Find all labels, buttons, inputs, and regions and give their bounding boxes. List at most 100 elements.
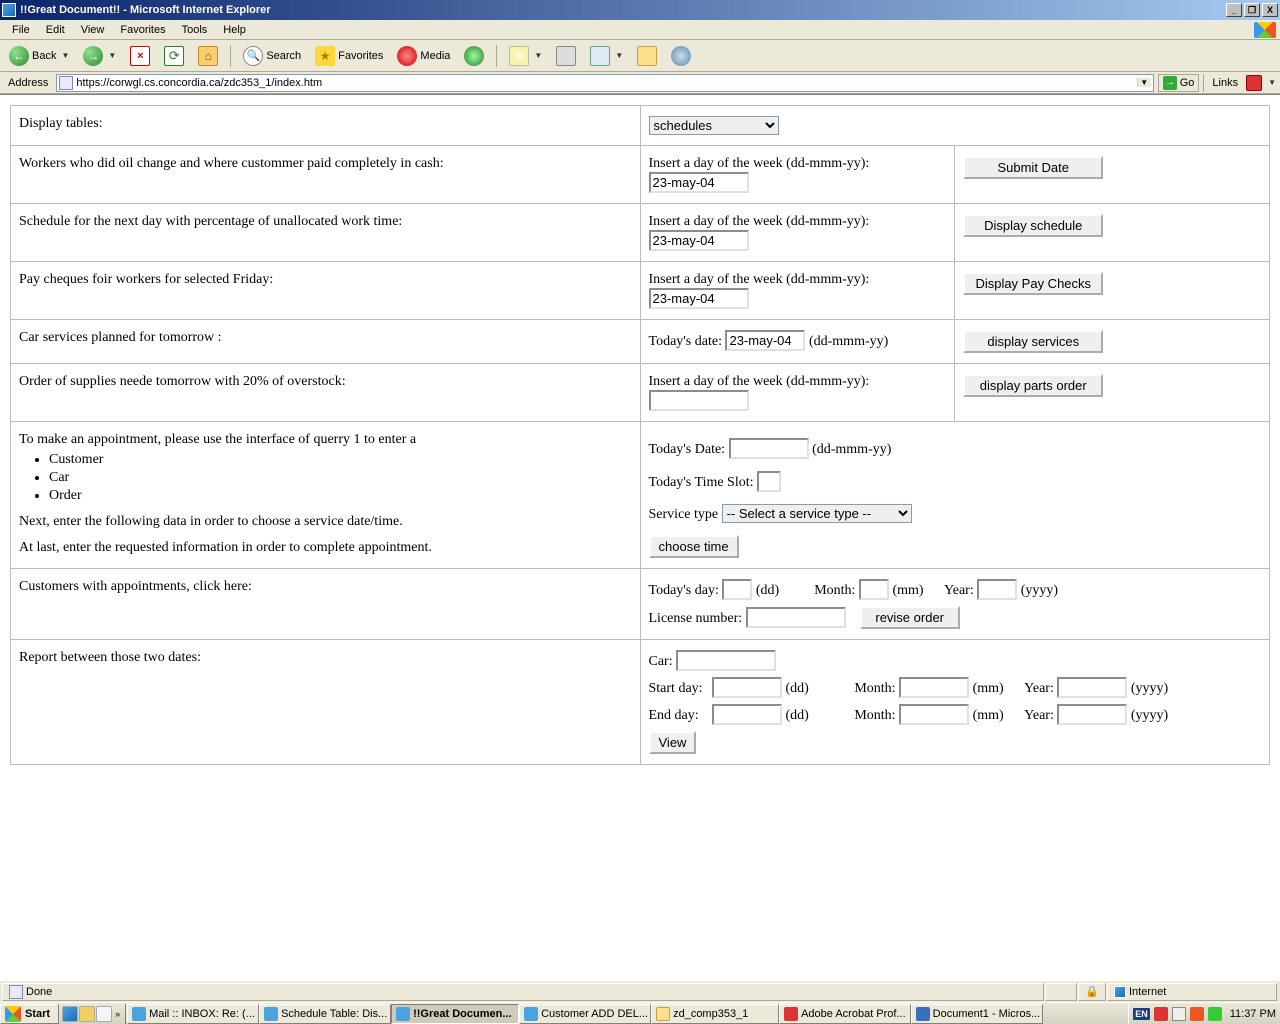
refresh-button[interactable]: ⟳ (159, 43, 189, 69)
print-icon (556, 46, 576, 66)
links-label[interactable]: Links (1208, 77, 1242, 89)
messenger-icon (671, 46, 691, 66)
tray-icon[interactable] (1208, 1007, 1222, 1021)
stop-button[interactable]: × (125, 43, 155, 69)
menu-bar: File Edit View Favorites Tools Help (0, 20, 1280, 40)
task-schedule[interactable]: Schedule Table: Dis... (259, 1004, 391, 1024)
task-mail[interactable]: Mail :: INBOX: Re: (... (127, 1004, 259, 1024)
row-appointment: To make an appointment, please use the i… (11, 422, 1270, 569)
input-date-schedule[interactable] (649, 230, 749, 251)
task-label: zd_comp353_1 (673, 1008, 748, 1020)
search-button[interactable]: 🔍Search (238, 43, 306, 69)
select-tables[interactable]: schedules (649, 116, 779, 135)
menu-favorites[interactable]: Favorites (112, 22, 173, 38)
label-car-services: Car services planned for tomorrow : (19, 330, 222, 345)
input-month[interactable] (859, 579, 889, 600)
print-button[interactable] (551, 43, 581, 69)
page-scroll[interactable]: Display tables: schedules Workers who di… (0, 95, 1280, 980)
separator (1203, 74, 1204, 92)
input-time-slot[interactable] (757, 471, 781, 492)
chevron-down-icon[interactable]: ▼ (1268, 78, 1276, 87)
revise-order-button[interactable]: revise order (860, 606, 960, 629)
menu-help[interactable]: Help (215, 22, 254, 38)
input-start-day[interactable] (712, 677, 782, 698)
clock[interactable]: 11:37 PM (1226, 1008, 1276, 1020)
status-empty (1045, 983, 1077, 1001)
favorites-button[interactable]: ★Favorites (310, 43, 388, 69)
input-date-supplies[interactable] (649, 390, 749, 411)
task-folder[interactable]: zd_comp353_1 (651, 1004, 779, 1024)
view-button[interactable]: View (649, 731, 697, 754)
input-start-month[interactable] (899, 677, 969, 698)
ie-icon (2, 3, 16, 17)
restore-button[interactable]: ❐ (1244, 3, 1260, 17)
forward-button[interactable]: →▼ (78, 43, 121, 69)
discuss-button[interactable] (632, 43, 662, 69)
desktop-icon[interactable] (96, 1006, 112, 1022)
input-day[interactable] (722, 579, 752, 600)
media-button[interactable]: Media (392, 43, 455, 69)
input-date-services[interactable] (725, 330, 805, 351)
choose-time-button[interactable]: choose time (649, 535, 739, 558)
folder-icon (637, 46, 657, 66)
main-form-table: Display tables: schedules Workers who di… (10, 105, 1270, 765)
input-date-workers[interactable] (649, 172, 749, 193)
back-button[interactable]: ←Back▼ (4, 43, 74, 69)
ql-overflow[interactable]: » (113, 1009, 122, 1019)
status-pane: Done (2, 983, 1044, 1001)
address-input[interactable]: https://corwgl.cs.concordia.ca/zdc353_1/… (56, 74, 1153, 92)
task-great-document[interactable]: !!Great Documen... (391, 1004, 519, 1024)
chevron-down-icon[interactable]: ▼ (615, 51, 623, 60)
appt-intro: To make an appointment, please use the i… (19, 432, 632, 448)
go-button[interactable]: →Go (1158, 74, 1200, 92)
messenger-button[interactable] (666, 43, 696, 69)
menu-file[interactable]: File (4, 22, 38, 38)
task-acrobat[interactable]: Adobe Acrobat Prof... (779, 1004, 911, 1024)
display-parts-button[interactable]: display parts order (963, 374, 1103, 397)
menu-tools[interactable]: Tools (174, 22, 216, 38)
mail-button[interactable]: ✉▼ (504, 43, 547, 69)
url-text[interactable]: https://corwgl.cs.concordia.ca/zdc353_1/… (76, 77, 1136, 89)
minimize-button[interactable]: _ (1226, 3, 1242, 17)
input-year[interactable] (977, 579, 1017, 600)
close-button[interactable]: X (1262, 3, 1278, 17)
home-button[interactable]: ⌂ (193, 43, 223, 69)
chevron-down-icon[interactable]: ▼ (534, 51, 542, 60)
display-services-button[interactable]: display services (963, 330, 1103, 353)
history-button[interactable] (459, 43, 489, 69)
input-start-year[interactable] (1057, 677, 1127, 698)
tray-icon[interactable] (1172, 1007, 1186, 1021)
menu-view[interactable]: View (73, 22, 113, 38)
input-car[interactable] (676, 650, 776, 671)
input-date-paychecks[interactable] (649, 288, 749, 309)
start-button[interactable]: Start (0, 1004, 59, 1024)
chevron-down-icon[interactable]: ▼ (108, 51, 116, 60)
input-end-month[interactable] (899, 704, 969, 725)
row-report: Report between those two dates: Car: Sta… (11, 640, 1270, 765)
submit-date-button[interactable]: Submit Date (963, 156, 1103, 179)
outlook-icon[interactable] (79, 1006, 95, 1022)
language-indicator[interactable]: EN (1133, 1008, 1150, 1020)
input-end-year[interactable] (1057, 704, 1127, 725)
task-label: Adobe Acrobat Prof... (801, 1008, 906, 1020)
tray-icon[interactable] (1190, 1007, 1204, 1021)
select-service-type[interactable]: -- Select a service type -- (722, 504, 912, 523)
ie-icon[interactable] (62, 1006, 78, 1022)
tray-icon[interactable] (1154, 1007, 1168, 1021)
menu-edit[interactable]: Edit (38, 22, 73, 38)
edit-button[interactable]: ▼ (585, 43, 628, 69)
display-schedule-button[interactable]: Display schedule (963, 214, 1103, 237)
input-today-date[interactable] (729, 438, 809, 459)
task-customer[interactable]: Customer ADD DEL... (519, 1004, 651, 1024)
input-license[interactable] (746, 607, 846, 628)
search-icon: 🔍 (243, 46, 263, 66)
chevron-down-icon[interactable]: ▼ (1137, 78, 1151, 87)
pdf-icon[interactable] (1246, 75, 1262, 91)
suffix-dd: (dd) (786, 708, 809, 723)
display-paychecks-button[interactable]: Display Pay Checks (963, 272, 1103, 295)
bullet-car: Car (49, 470, 632, 486)
chevron-down-icon[interactable]: ▼ (61, 51, 69, 60)
input-end-day[interactable] (712, 704, 782, 725)
task-word[interactable]: Document1 - Micros... (911, 1004, 1043, 1024)
row-schedule: Schedule for the next day with percentag… (11, 204, 1270, 262)
